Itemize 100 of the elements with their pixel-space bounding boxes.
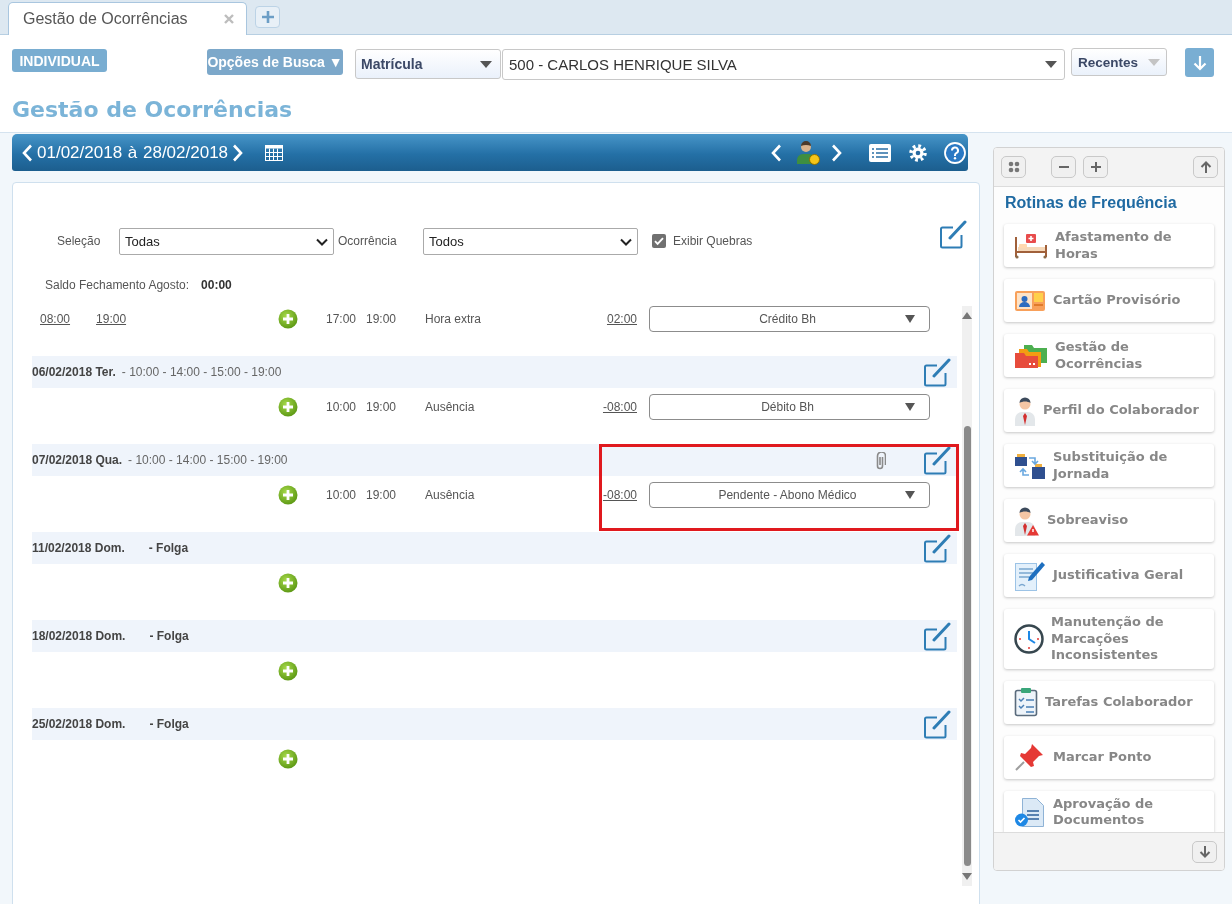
recent-dropdown[interactable]: Recentes: [1071, 48, 1167, 76]
add-icon[interactable]: [278, 749, 298, 769]
filter-label: Seleção: [57, 233, 102, 250]
caret-icon: [905, 315, 915, 323]
routine-card[interactable]: Manutenção de Marcações Inconsistentes: [1004, 609, 1214, 669]
routine-card[interactable]: Aprovação de Documentos: [1004, 790, 1214, 832]
routine-card[interactable]: Gestão de Ocorrências: [1004, 334, 1214, 377]
add-icon[interactable]: [278, 485, 298, 505]
clipboard-icon: [1014, 687, 1038, 717]
punch-time-link[interactable]: 19:00: [96, 312, 127, 326]
edit-icon[interactable]: [923, 709, 951, 739]
settings-icon[interactable]: [909, 143, 927, 162]
filter-label: Ocorrência: [338, 233, 398, 250]
pushpin-icon: [1014, 742, 1046, 772]
day-schedule: - Folga: [149, 629, 189, 643]
document-pen-icon: [1014, 560, 1046, 591]
scrollbar[interactable]: [962, 306, 972, 886]
sidebar-title: Rotinas de Frequência: [1005, 193, 1178, 213]
add-icon[interactable]: [278, 573, 298, 593]
download-button[interactable]: [1185, 48, 1214, 77]
grid-view-button[interactable]: [1001, 156, 1026, 178]
treatment-dropdown[interactable]: Pendente - Abono Médico: [649, 482, 930, 508]
help-icon[interactable]: [944, 141, 966, 164]
routine-card[interactable]: Marcar Ponto: [1004, 735, 1214, 779]
occurrence-type: Hora extra: [425, 312, 483, 326]
edit-icon[interactable]: [923, 357, 951, 387]
scroll-up-icon[interactable]: [962, 312, 972, 319]
folders-icon: [1014, 342, 1048, 369]
day-schedule: - Folga: [148, 541, 189, 555]
end-time: 19:00: [366, 488, 398, 502]
chevron-right-icon[interactable]: [232, 143, 244, 162]
day-date: 11/02/2018 Dom.: [32, 541, 125, 555]
plus-icon: [261, 11, 274, 23]
routine-card[interactable]: Perfil do Colaborador: [1004, 389, 1214, 432]
checkbox[interactable]: [652, 234, 666, 248]
chevron-down-icon: [620, 237, 632, 246]
swap-icon: [1014, 451, 1046, 480]
scrollbar-thumb[interactable]: [963, 426, 971, 866]
day-schedule: - 10:00 - 14:00 - 15:00 - 19:00: [128, 453, 288, 467]
selection-dropdown[interactable]: Todas: [119, 228, 334, 255]
paperclip-icon[interactable]: [874, 452, 886, 472]
routine-card[interactable]: Justificativa Geral: [1004, 554, 1214, 597]
hours-link[interactable]: 02:00: [606, 312, 637, 326]
add-icon[interactable]: [278, 309, 298, 329]
person-warning-icon: [1014, 505, 1040, 536]
hours-link[interactable]: -08:00: [602, 488, 637, 502]
routine-card[interactable]: Sobreaviso: [1004, 499, 1214, 542]
clock-icon: [1014, 623, 1044, 654]
routine-card[interactable]: Cartão Provisório: [1004, 279, 1214, 322]
page-title: Gestão de Ocorrências: [12, 96, 293, 124]
start-time: 10:00: [326, 488, 358, 502]
day-date: 18/02/2018 Dom.: [32, 629, 126, 643]
employee-combobox[interactable]: 500 - CARLOS HENRIQUE SILVA: [502, 49, 1065, 80]
new-tab-button[interactable]: [255, 6, 280, 28]
edit-icon[interactable]: [923, 533, 951, 563]
arrow-down-icon: [1192, 54, 1207, 71]
person-coin-icon[interactable]: [796, 140, 820, 165]
scroll-down-button[interactable]: [1192, 840, 1217, 863]
routine-card[interactable]: Substituição de Jornada: [1004, 444, 1214, 487]
search-by-dropdown[interactable]: Matrícula: [355, 49, 501, 79]
chevron-left-icon[interactable]: [22, 143, 33, 162]
treatment-dropdown[interactable]: Débito Bh: [649, 394, 930, 420]
calendar-icon[interactable]: [265, 144, 284, 161]
end-time: 19:00: [366, 312, 398, 326]
hours-link[interactable]: -08:00: [602, 400, 637, 414]
add-icon[interactable]: [278, 397, 298, 417]
collapse-button[interactable]: [1051, 156, 1076, 178]
chevron-down-icon: [316, 237, 328, 246]
caret-icon: [480, 60, 492, 68]
person-icon: [1014, 395, 1036, 426]
punch-time-link[interactable]: 08:00: [40, 312, 71, 326]
day-schedule: - 10:00 - 14:00 - 15:00 - 19:00: [121, 365, 282, 379]
day-schedule: - Folga: [149, 717, 189, 731]
caret-icon: [1148, 58, 1160, 66]
tab[interactable]: Gestão de Ocorrências: [8, 2, 247, 35]
day-date: 06/02/2018 Ter.: [32, 365, 116, 379]
checkbox-label: Exibir Quebras: [673, 233, 753, 250]
edit-icon[interactable]: [923, 621, 951, 651]
end-time: 19:00: [366, 400, 398, 414]
list-icon[interactable]: [868, 142, 892, 163]
chevron-left-icon[interactable]: [771, 143, 782, 162]
scroll-down-icon[interactable]: [962, 873, 972, 880]
balance-value: 00:00: [201, 278, 232, 292]
scroll-up-button[interactable]: [1193, 156, 1218, 178]
edit-icon[interactable]: [923, 445, 951, 475]
occurrence-dropdown[interactable]: Todos: [423, 228, 638, 255]
start-time: 17:00: [326, 312, 358, 326]
day-date: 25/02/2018 Dom.: [32, 717, 126, 731]
edit-icon[interactable]: [939, 219, 967, 249]
arrow-down-icon: [1198, 845, 1211, 858]
chevron-right-icon[interactable]: [831, 143, 842, 162]
routine-card[interactable]: Afastamento de Horas: [1004, 224, 1214, 267]
caret-icon: [1045, 61, 1057, 68]
routine-card[interactable]: Tarefas Colaborador: [1004, 680, 1214, 724]
expand-button[interactable]: [1083, 156, 1108, 178]
add-icon[interactable]: [278, 661, 298, 681]
occurrence-type: Ausência: [425, 488, 476, 502]
treatment-dropdown[interactable]: Crédito Bh: [649, 306, 930, 332]
plus-icon: [1089, 161, 1102, 173]
arrow-up-icon: [1199, 160, 1212, 174]
